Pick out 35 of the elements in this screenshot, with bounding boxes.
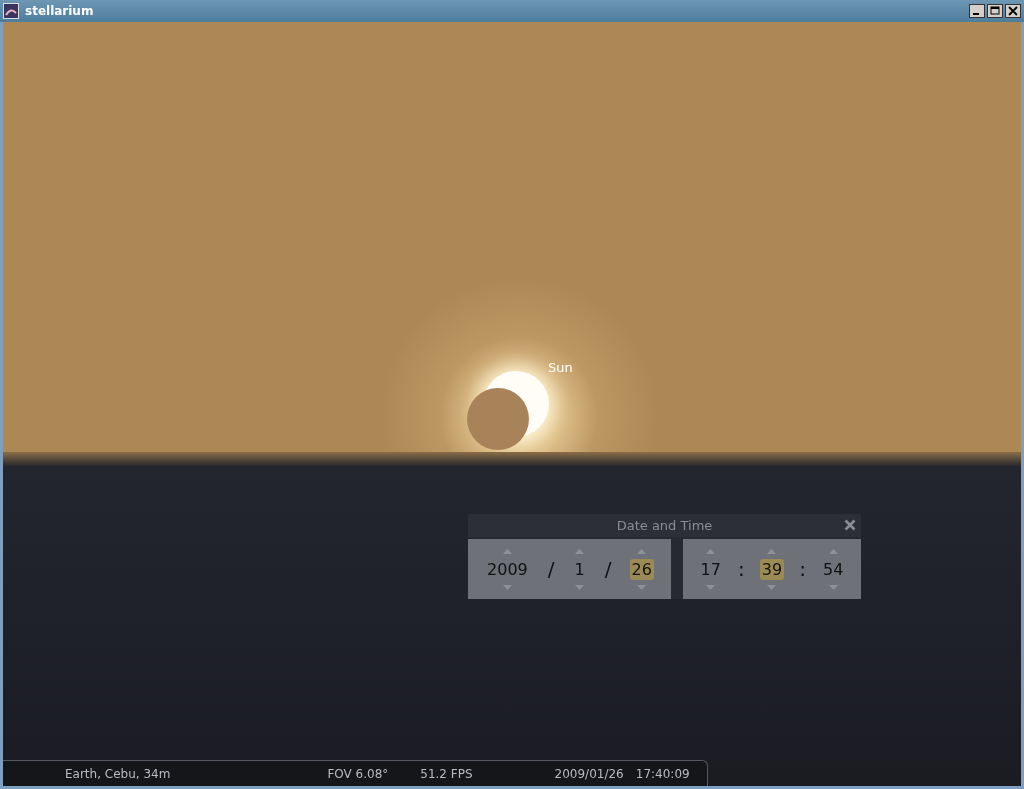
down-arrow-icon[interactable]	[637, 584, 647, 590]
date-separator: /	[604, 557, 612, 581]
close-icon[interactable]	[844, 519, 856, 531]
fov-text: FOV 6.08°	[327, 766, 389, 781]
window-title: stellarium	[25, 4, 94, 18]
date-text: 2009/01/26	[554, 766, 624, 781]
time-spinbox[interactable]: 39	[759, 558, 785, 580]
date-spinbox[interactable]: 26	[629, 558, 654, 580]
time-separator: :	[799, 557, 806, 581]
location-text: Earth, Cebu, 34m	[65, 766, 171, 781]
date-spinbox[interactable]: 2009	[485, 558, 530, 580]
fps-text: 51.2 FPS	[420, 766, 473, 781]
date-spinbox[interactable]: 1	[572, 558, 587, 580]
time-spinbox[interactable]: 17	[698, 558, 723, 580]
up-arrow-icon[interactable]	[706, 548, 716, 554]
sun-label: Sun	[548, 360, 573, 375]
dialog-title: Date and Time	[616, 518, 713, 533]
time-separator: :	[737, 557, 745, 581]
date-separator: /	[547, 557, 555, 581]
down-arrow-icon[interactable]	[502, 584, 512, 590]
down-arrow-icon[interactable]	[828, 584, 838, 590]
app-icon	[3, 3, 19, 19]
down-arrow-icon[interactable]	[575, 584, 585, 590]
close-button[interactable]	[1005, 4, 1021, 18]
maximize-button[interactable]	[987, 4, 1003, 18]
down-arrow-icon[interactable]	[767, 584, 777, 590]
up-arrow-icon[interactable]	[575, 548, 585, 554]
up-arrow-icon[interactable]	[637, 548, 647, 554]
time-spinbox[interactable]: 54	[821, 558, 846, 580]
up-arrow-icon[interactable]	[767, 548, 777, 554]
minimize-button[interactable]	[969, 4, 985, 18]
up-arrow-icon[interactable]	[828, 548, 838, 554]
up-arrow-icon[interactable]	[502, 548, 512, 554]
down-arrow-icon[interactable]	[706, 584, 716, 590]
time-text: 17:40:09	[635, 766, 690, 781]
